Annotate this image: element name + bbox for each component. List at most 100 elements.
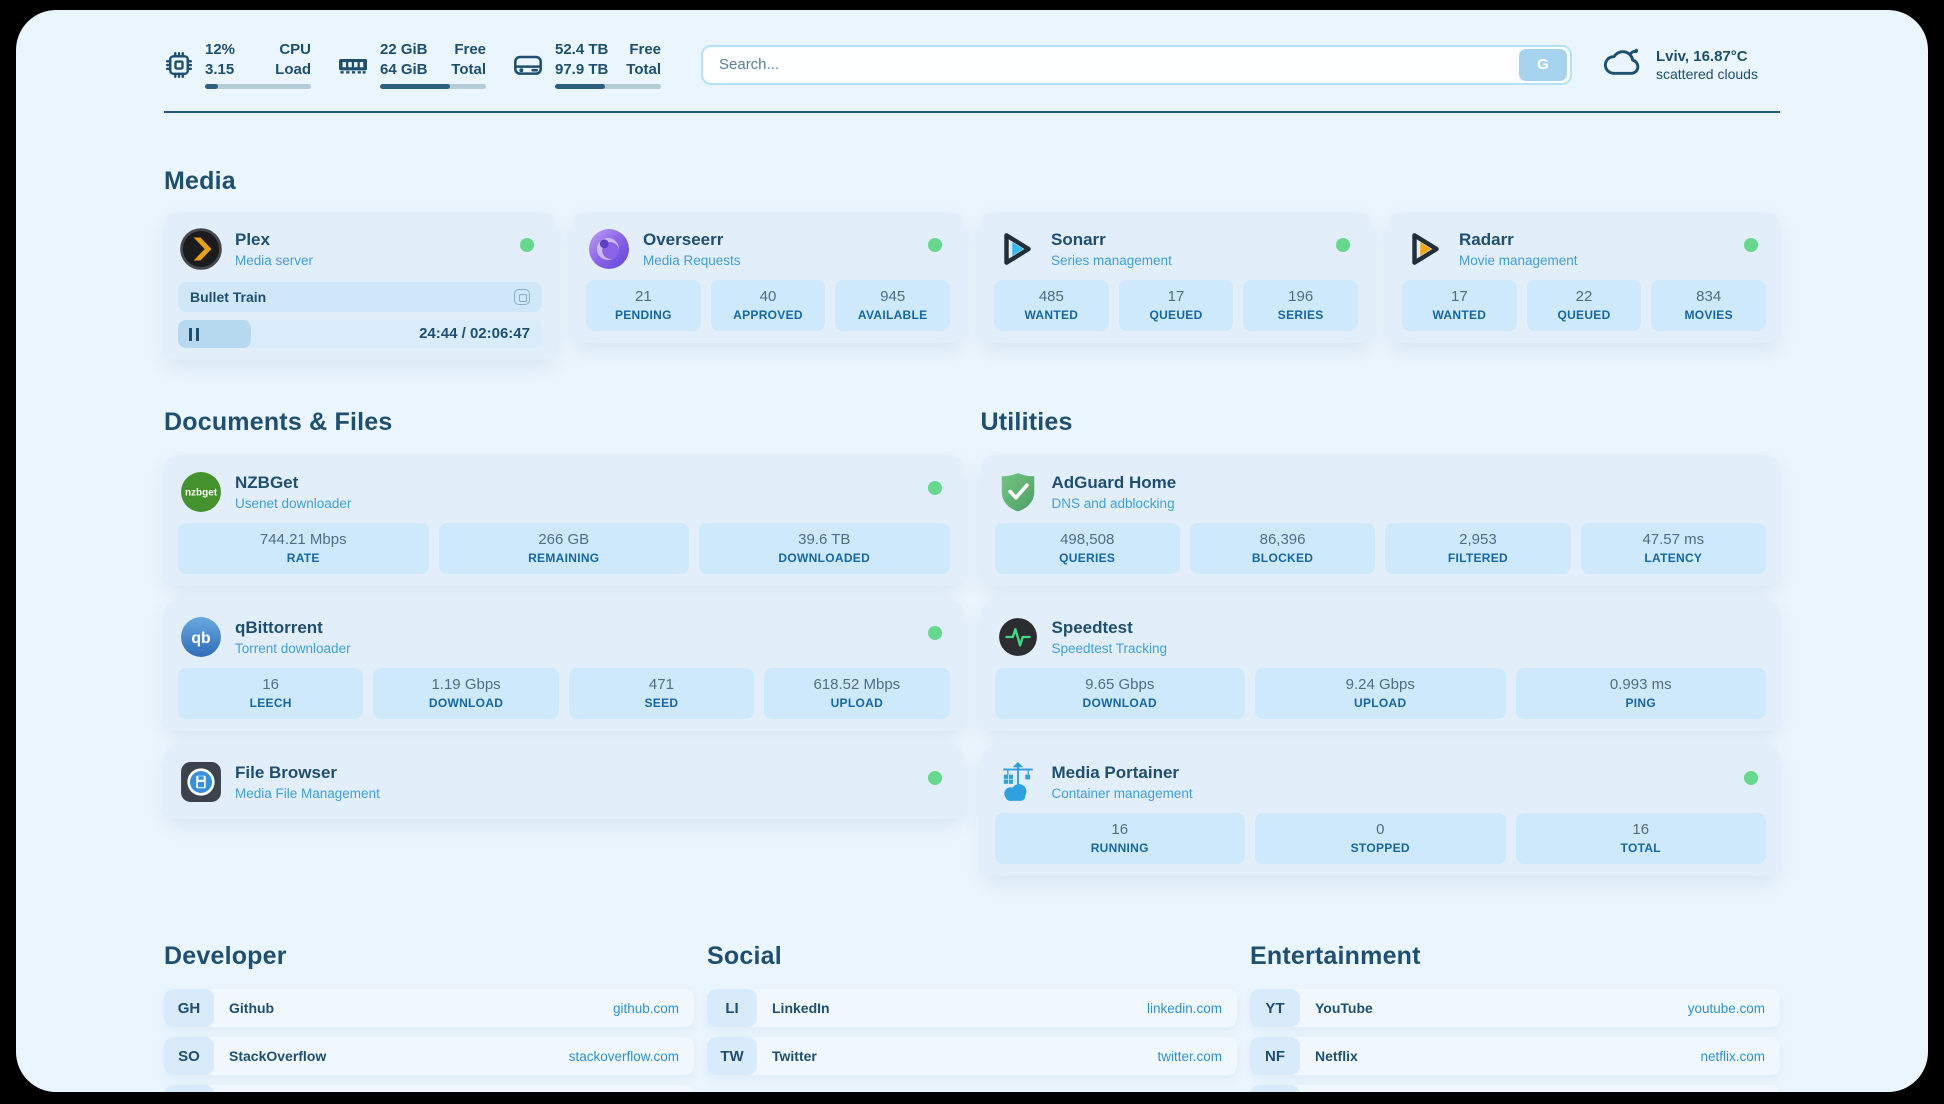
- stat-box: 618.52 MbpsUPLOAD: [764, 668, 949, 719]
- stat-box: 21PENDING: [586, 280, 701, 331]
- sonarr-icon: [996, 228, 1038, 270]
- bookmark-name: LinkedIn: [757, 989, 1147, 1027]
- status-dot: [928, 771, 942, 785]
- section-title-entertainment: Entertainment: [1250, 942, 1780, 971]
- app-name: qBittorrent: [235, 618, 351, 638]
- bookmark-name: YouTube: [1300, 989, 1688, 1027]
- app-card-filebrowser[interactable]: File Browser Media File Management: [164, 745, 964, 819]
- ram-progress-bar: [380, 84, 486, 89]
- header-divider: [164, 111, 1780, 113]
- bookmark-github[interactable]: GH Github github.com: [164, 989, 694, 1027]
- adguard-icon: [997, 471, 1039, 513]
- section-title-developer: Developer: [164, 942, 694, 971]
- bookmark-linkedin[interactable]: LI LinkedIn linkedin.com: [707, 989, 1237, 1027]
- status-dot: [1336, 238, 1350, 252]
- app-card-qbittorrent[interactable]: qb qBittorrent Torrent downloader 16LEEC…: [164, 600, 964, 731]
- pause-icon[interactable]: [189, 328, 199, 341]
- svg-text:nzbget: nzbget: [185, 488, 218, 499]
- view-session-icon[interactable]: [514, 289, 530, 305]
- stat-box: 86,396BLOCKED: [1190, 523, 1375, 574]
- bookmark-reddit[interactable]: RE Reddit reddit.com: [1250, 1085, 1780, 1092]
- stat-box: 0STOPPED: [1255, 813, 1506, 864]
- status-dot: [928, 481, 942, 495]
- stat-box: 40APPROVED: [711, 280, 826, 331]
- stat-box: 834MOVIES: [1651, 280, 1766, 331]
- app-card-nzbget[interactable]: nzbget NZBGet Usenet downloader 744.21 M…: [164, 455, 964, 586]
- app-name: NZBGet: [235, 473, 351, 493]
- bookmark-url: netflix.com: [1700, 1037, 1780, 1075]
- app-card-adguard[interactable]: AdGuard Home DNS and adblocking 498,508Q…: [981, 455, 1781, 586]
- stat-box: 0.993 msPING: [1516, 668, 1767, 719]
- cpu-usage-value: 12%: [205, 40, 235, 60]
- bookmark-netflix[interactable]: NF Netflix netflix.com: [1250, 1037, 1780, 1075]
- bookmark-dev[interactable]: DT DEV dev.to: [164, 1085, 694, 1092]
- disk-icon: [512, 49, 544, 81]
- stat-box: 9.65 GbpsDOWNLOAD: [995, 668, 1246, 719]
- ram-total-label: Total: [451, 60, 486, 80]
- bookmark-abbr: YT: [1250, 989, 1300, 1027]
- bookmark-abbr: TW: [707, 1037, 757, 1075]
- nzbget-icon: nzbget: [180, 471, 222, 513]
- app-card-portainer[interactable]: Media Portainer Container management 16R…: [981, 745, 1781, 876]
- app-card-overseerr[interactable]: Overseerr Media Requests 21PENDING 40APP…: [572, 212, 964, 343]
- bookmark-abbr: NF: [1250, 1037, 1300, 1075]
- cpu-usage-label: CPU: [279, 40, 311, 60]
- search-input[interactable]: [703, 56, 1519, 73]
- status-dot: [520, 238, 534, 252]
- bookmark-stackoverflow[interactable]: SO StackOverflow stackoverflow.com: [164, 1037, 694, 1075]
- cpu-progress-bar: [205, 84, 311, 89]
- bookmark-url: stackoverflow.com: [569, 1037, 694, 1075]
- bookmark-twitter[interactable]: TW Twitter twitter.com: [707, 1037, 1237, 1075]
- stat-box: 2,953FILTERED: [1385, 523, 1570, 574]
- status-dot: [1744, 238, 1758, 252]
- bookmark-group-developer: Developer GH Github github.com SO StackO…: [164, 942, 694, 1092]
- disk-widget: 52.4 TBFree 97.9 TBTotal: [512, 40, 661, 89]
- disk-total-label: Total: [626, 60, 661, 80]
- cpu-load-value: 3.15: [205, 60, 234, 80]
- section-title-documents: Documents & Files: [164, 408, 964, 437]
- app-card-speedtest[interactable]: Speedtest Speedtest Tracking 9.65 GbpsDO…: [981, 600, 1781, 731]
- bookmark-abbr: GH: [164, 989, 214, 1027]
- bookmark-group-entertainment: Entertainment YT YouTube youtube.com NF …: [1250, 942, 1780, 1092]
- bookmark-name: Twitter: [757, 1037, 1157, 1075]
- stat-box: 471SEED: [569, 668, 754, 719]
- section-title-utilities: Utilities: [981, 408, 1781, 437]
- app-name: File Browser: [235, 763, 380, 783]
- app-subtitle: Media Requests: [643, 253, 741, 268]
- bookmark-group-social: Social LI LinkedIn linkedin.com TW Twitt…: [707, 942, 1237, 1092]
- app-subtitle: Torrent downloader: [235, 641, 351, 656]
- app-subtitle: Container management: [1052, 786, 1193, 801]
- bookmark-abbr: LI: [707, 989, 757, 1027]
- section-title-media: Media: [164, 167, 1780, 196]
- bookmark-name: Netflix: [1300, 1037, 1700, 1075]
- cpu-load-label: Load: [275, 60, 311, 80]
- bookmark-youtube[interactable]: YT YouTube youtube.com: [1250, 989, 1780, 1027]
- top-bar: 12%CPU 3.15Load 22 GiBFree 64 GiBTotal: [164, 40, 1780, 89]
- app-card-radarr[interactable]: Radarr Movie management 17WANTED 22QUEUE…: [1388, 212, 1780, 343]
- portainer-icon: [997, 761, 1039, 803]
- app-card-sonarr[interactable]: Sonarr Series management 485WANTED 17QUE…: [980, 212, 1372, 343]
- now-playing-title: Bullet Train: [190, 289, 266, 305]
- app-subtitle: Movie management: [1459, 253, 1578, 268]
- stat-box: 266 GBREMAINING: [439, 523, 690, 574]
- app-subtitle: Speedtest Tracking: [1052, 641, 1168, 656]
- stat-box: 16LEECH: [178, 668, 363, 719]
- search-engine-button[interactable]: G: [1519, 49, 1567, 81]
- cloud-icon: [1602, 45, 1644, 84]
- status-dot: [1744, 771, 1758, 785]
- ram-free-label: Free: [454, 40, 486, 60]
- app-name: Speedtest: [1052, 618, 1168, 638]
- plex-icon: [180, 228, 222, 270]
- app-card-plex[interactable]: Plex Media server Bullet Train 24:44 / 0…: [164, 212, 556, 360]
- app-subtitle: Usenet downloader: [235, 496, 351, 511]
- cpu-widget: 12% CPU 3.15 Load: [164, 40, 311, 89]
- svg-text:qb: qb: [191, 630, 210, 647]
- ram-icon: [337, 49, 369, 81]
- status-dot: [928, 626, 942, 640]
- overseerr-icon: [588, 228, 630, 270]
- search-bar: G: [701, 45, 1572, 85]
- app-subtitle: DNS and adblocking: [1052, 496, 1177, 511]
- stat-box: 47.57 msLATENCY: [1581, 523, 1766, 574]
- playback-progress-bar: 24:44 / 02:06:47: [178, 320, 542, 348]
- stat-box: 16TOTAL: [1516, 813, 1767, 864]
